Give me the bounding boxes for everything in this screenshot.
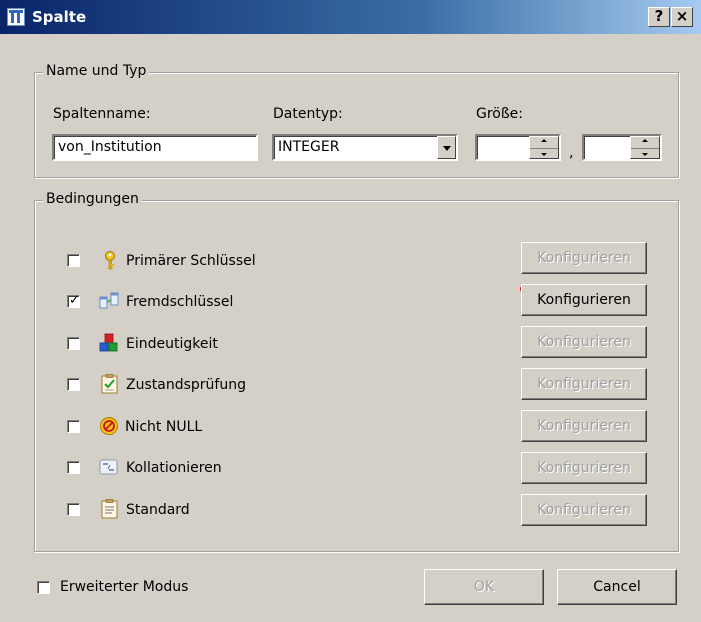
table-column-icon [7,8,25,26]
foreign-key-checkbox[interactable]: ✓ [67,293,80,308]
name-type-legend: Name und Typ [43,63,150,79]
column-name-label: Spaltenname: [53,106,151,122]
unique-label: Eindeutigkeit [126,336,218,352]
default-value-icon [101,499,118,519]
primary-key-checkbox[interactable] [67,254,80,267]
collate-label: Kollationieren [126,460,222,476]
spin-up-icon [642,139,648,142]
constraints-legend: Bedingungen [43,191,142,207]
configure-foreign-key-button[interactable]: Konfigurieren [521,284,647,316]
chevron-down-icon [442,145,451,151]
default-label: Standard [126,502,190,518]
unique-checkbox[interactable] [67,337,80,350]
not-null-label: Nicht NULL [125,419,203,435]
size-label: Größe: [476,106,524,122]
size-spin-buttons[interactable] [529,136,559,159]
unique-icon [99,333,118,352]
configure-not-null-button[interactable]: Konfigurieren [521,410,647,442]
checkmark-icon: ✓ [69,293,80,308]
size-separator: , [569,145,574,161]
ok-button[interactable]: OK [424,569,544,605]
configure-collate-button[interactable]: Konfigurieren [521,452,647,484]
advanced-mode-checkbox[interactable] [37,581,50,594]
primary-key-label: Primärer Schlüssel [126,253,256,269]
datatype-dropdown-button[interactable] [437,136,456,159]
configure-check-constraint-button[interactable]: Konfigurieren [521,368,647,400]
spin-up-icon [541,139,547,142]
close-button[interactable]: × [671,7,693,27]
title-bar: Spalte ? × [0,0,701,34]
window-title: Spalte [32,8,87,26]
check-constraint-label: Zustandsprüfung [126,377,246,393]
spin-down-icon [541,153,547,156]
datatype-value: INTEGER [278,139,340,155]
configure-default-button[interactable]: Konfigurieren [521,494,647,526]
check-constraint-checkbox[interactable] [67,378,80,391]
name-type-group: Name und Typ [34,63,679,178]
configure-unique-button[interactable]: Konfigurieren [521,326,647,358]
default-checkbox[interactable] [67,503,80,516]
foreign-key-icon [99,292,119,309]
help-button[interactable]: ? [648,7,670,27]
key-icon [105,251,115,270]
datatype-select[interactable]: INTEGER [272,134,458,161]
foreign-key-label: Fremdschlüssel [126,294,234,310]
scale-spin-buttons[interactable] [630,136,660,159]
check-constraint-icon [101,374,118,394]
cancel-button[interactable]: Cancel [557,569,677,605]
spin-down-icon [642,153,648,156]
datatype-label: Datentyp: [273,106,343,122]
column-name-input[interactable]: von_Institution [52,134,258,161]
not-null-icon [100,417,118,435]
configure-primary-key-button[interactable]: Konfigurieren [521,242,647,274]
collate-checkbox[interactable] [67,461,80,474]
collate-icon [99,459,118,475]
not-null-checkbox[interactable] [67,420,80,433]
advanced-mode-label: Erweiterter Modus [60,579,189,595]
